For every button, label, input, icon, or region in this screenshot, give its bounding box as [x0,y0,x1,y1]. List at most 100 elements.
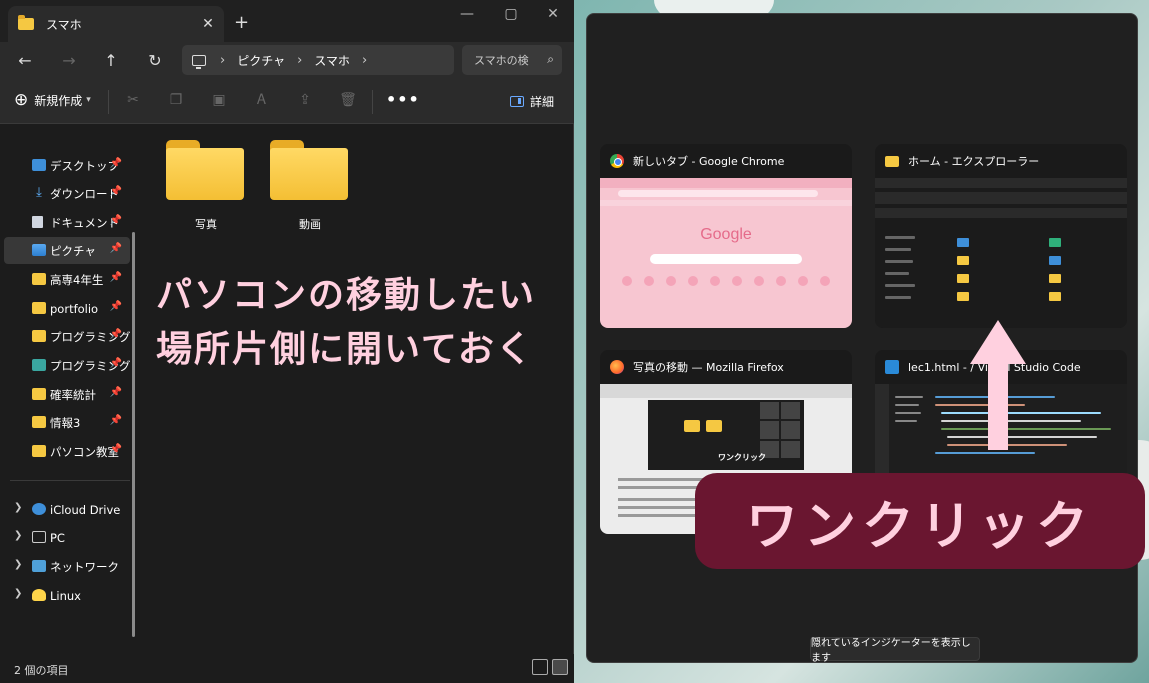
share-icon[interactable]: ⇪ [294,92,316,112]
close-tab-button[interactable]: ✕ [196,16,220,32]
chevron-right-icon[interactable]: ❯ [14,502,22,513]
breadcrumb-pictures[interactable]: ピクチャ [237,52,285,69]
shortcut-icon [622,276,632,286]
sidebar-item-label: ピクチャ [50,243,96,258]
more-options-button[interactable]: ••• [386,90,420,109]
sidebar-item-label: ネットワーク [50,559,119,574]
details-view-icon[interactable] [532,659,548,675]
toolbar-divider [108,90,109,114]
new-tab-button[interactable]: + [234,12,249,33]
chevron-right-icon[interactable]: › [297,53,302,68]
refresh-icon[interactable]: ↻ [142,49,168,73]
details-pane-button[interactable]: 詳細 [510,93,554,110]
sidebar-item-icloud[interactable]: ❯ iCloud Drive [4,496,130,523]
pin-icon: 📌 [109,415,122,426]
sidebar-item-label: PC [50,530,65,545]
annotation-line-1: パソコンの移動したい [156,275,537,316]
sidebar-item-pc[interactable]: ❯ PC [4,524,130,551]
sidebar-item-label: Linux [50,588,81,603]
snap-window-explorer[interactable]: ホーム - エクスプローラー [875,144,1127,328]
pictures-icon [32,244,46,256]
google-logo: Google [700,226,752,243]
paste-icon[interactable]: ▣ [208,92,230,112]
details-pane-icon [510,96,524,107]
tree-line [895,412,921,414]
pin-icon: 📌 [109,301,122,312]
sidebar-item-info3[interactable]: 情報3 📌 [4,409,130,436]
chevron-right-icon[interactable]: ❯ [14,559,22,570]
folder-icon [32,445,46,457]
navigation-bar: ← → ↑ ↻ › ピクチャ › スマホ › スマホの検 ⌕ [0,42,574,80]
sidebar-item-network[interactable]: ❯ ネットワーク [4,553,130,580]
tab-bar: スマホ ✕ + — ▢ ✕ [0,0,574,42]
thumbnail-line [885,236,915,239]
copy-icon[interactable]: ❐ [165,92,187,112]
new-button[interactable]: ⊕ 新規作成 ▾ [14,90,91,110]
one-click-callout: ワンクリック [695,473,1145,569]
forward-arrow-icon[interactable]: → [56,49,82,73]
thumbnail-label: ワンクリック [718,453,766,462]
grid-cell [760,402,779,420]
grid-cell [781,421,800,439]
shortcut-icon [754,276,764,286]
grid-cell [781,440,800,458]
tree-line [895,404,919,406]
code-line [941,428,1111,430]
chevron-right-icon[interactable]: › [220,53,225,68]
toolbar-divider [372,90,373,114]
sidebar-item-label: portfolio [50,301,99,316]
search-input[interactable]: スマホの検 ⌕ [462,45,562,75]
sidebar-item-programming-prod[interactable]: プログラミング製 📌 [4,352,130,379]
chevron-down-icon: ▾ [86,95,91,105]
thumbnail-nav [875,192,1127,204]
grid-cell [760,421,779,439]
sidebar-item-probability[interactable]: 確率統計 📌 [4,381,130,408]
window-thumbnail [875,178,1127,328]
chrome-icon [610,154,624,168]
chevron-right-icon[interactable]: › [362,53,367,68]
sidebar-item-pc-class[interactable]: パソコン教室 📌 [4,438,130,465]
chevron-right-icon[interactable]: ❯ [14,530,22,541]
sidebar-item-downloads[interactable]: ⤓ ダウンロード 📌 [4,180,130,207]
snap-window-chrome[interactable]: 新しいタブ - Google Chrome Google [600,144,852,328]
sidebar-scrollbar[interactable] [132,232,135,637]
folder-icon [32,330,46,342]
window-title-bar: 写真の移動 — Mozilla Firefox [600,350,852,384]
sidebar-item-portfolio[interactable]: portfolio 📌 [4,295,130,322]
window-title: ホーム - エクスプローラー [908,155,1040,168]
window-title-bar: 新しいタブ - Google Chrome [600,144,852,178]
pin-icon: 📌 [109,215,122,226]
hidden-indicators-tooltip: 隠れているインジケーターを表示します [810,637,980,664]
window-title: 写真の移動 — Mozilla Firefox [633,361,784,374]
close-window-button[interactable]: ✕ [538,6,568,22]
maximize-button[interactable]: ▢ [496,6,526,22]
sidebar-item-kosen4[interactable]: 高専4年生 📌 [4,266,130,293]
chevron-right-icon[interactable]: ❯ [14,588,22,599]
folder-icon [18,15,34,30]
up-arrow-icon[interactable]: ↑ [98,49,124,73]
window-title-bar: ホーム - エクスプローラー [875,144,1127,178]
delete-icon[interactable]: 🗑 [337,92,359,112]
command-bar: ⊕ 新規作成 ▾ ✂ ❐ ▣ Ꭺ ⇪ 🗑 ••• 詳細 [0,80,574,124]
sidebar-item-pictures[interactable]: ピクチャ 📌 [4,237,130,264]
cut-icon[interactable]: ✂ [122,92,144,112]
desktop-icon [32,159,46,171]
sidebar-item-documents[interactable]: ドキュメント 📌 [4,209,130,236]
thumbnail-cmd [875,208,1127,218]
thumbnail-line [885,296,911,299]
rename-icon[interactable]: Ꭺ [251,92,273,112]
sidebar-item-linux[interactable]: ❯ Linux [4,582,130,609]
breadcrumb-sumaho[interactable]: スマホ [314,52,350,69]
arrow-up-icon [970,320,1026,450]
folder-icon [1049,274,1061,283]
large-icons-view-icon[interactable] [552,659,568,675]
pin-icon: 📌 [109,387,122,398]
address-bar[interactable]: › ピクチャ › スマホ › [182,45,454,75]
sidebar-item-desktop[interactable]: デスクトップ 📌 [4,152,130,179]
tab-sumaho[interactable]: スマホ ✕ [8,6,224,42]
download-icon: ⤓ [36,185,42,200]
pin-icon: 📌 [109,186,122,197]
minimize-button[interactable]: — [452,6,482,22]
back-arrow-icon[interactable]: ← [12,49,38,73]
sidebar-item-programming-lab[interactable]: プログラミング研 📌 [4,323,130,350]
